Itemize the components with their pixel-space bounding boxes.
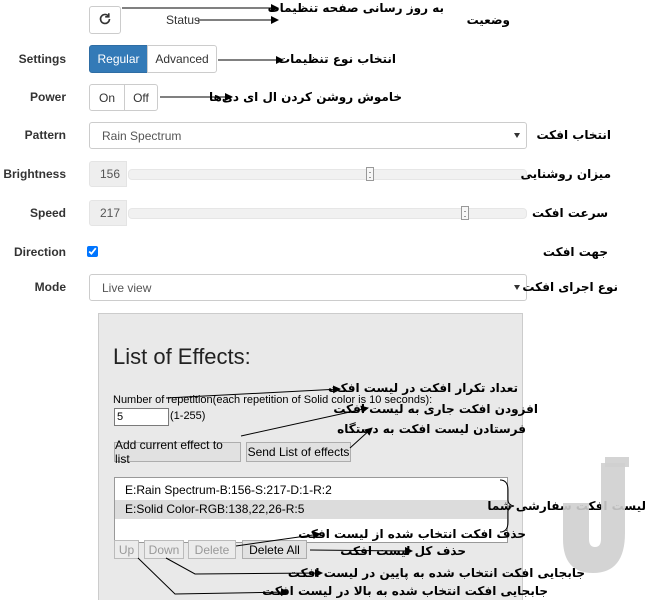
annotation-brightness: میزان روشنایی	[520, 167, 611, 181]
annotation-speed: سرعت افکت	[532, 206, 608, 220]
annotation-up: جابجایی افکت انتخاب شده به بالا در لیست …	[262, 584, 548, 598]
annotation-direction: جهت افکت	[542, 245, 608, 259]
annotation-status: وضعیت	[466, 13, 510, 27]
annotation-refresh: به روز رسانی صفحه تنظیمات	[267, 1, 444, 15]
annotation-mode: نوع اجرای افکت	[522, 280, 618, 294]
annotation-add: افزودن افکت جاری به لیست افکت	[333, 402, 538, 416]
annotation-delete-all: حذف کل لیست افکت	[340, 544, 466, 558]
annotation-power: خاموش روشن کردن ال ای دی‌ها	[209, 90, 402, 104]
annotation-settings: انتخاب نوع تنظیمات	[278, 52, 396, 66]
annotation-send: فرستادن لیست افکت به دستگاه	[337, 422, 526, 436]
annotation-pattern: انتخاب افکت	[536, 128, 611, 142]
annotation-down: جابجایی افکت انتخاب شده به پایین در لیست…	[287, 566, 585, 580]
annotation-delete: حذف افکت انتخاب شده از لیست افکت	[298, 527, 526, 541]
app-logo	[555, 455, 645, 595]
annotation-repetition: تعداد تکرار افکت در لیست افکت	[327, 381, 518, 395]
